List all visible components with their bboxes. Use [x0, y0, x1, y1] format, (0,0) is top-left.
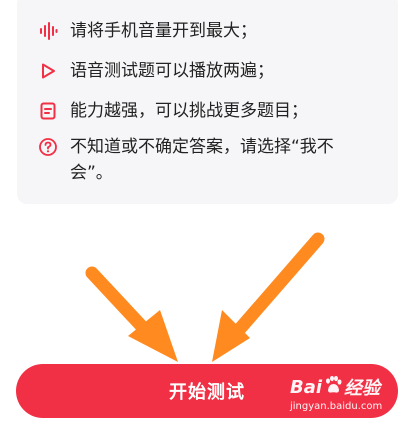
watermark-logo: Bai 经验	[290, 375, 381, 400]
arrow-left	[85, 266, 178, 362]
rule-item-challenge: 能力越强，可以挑战更多题目；	[38, 98, 360, 124]
arrow-right	[212, 232, 325, 362]
rule-text: 语音测试题可以播放两遍；	[70, 61, 274, 81]
rule-item-volume: 请将手机音量开到最大；	[38, 18, 360, 44]
rule-text: 不知道或不确定答案，请选择“我不会”。	[70, 137, 334, 183]
rule-item-playback: 语音测试题可以播放两遍；	[38, 58, 360, 84]
play-icon	[38, 58, 58, 84]
baidu-jingyan-watermark: Bai 经验 jingyan.baidu.com	[290, 374, 402, 420]
sound-wave-icon	[38, 18, 58, 44]
paw-icon	[323, 375, 343, 400]
rule-text: 能力越强，可以挑战更多题目；	[70, 101, 308, 121]
watermark-url: jingyan.baidu.com	[290, 401, 383, 412]
rule-text: 请将手机音量开到最大；	[70, 21, 257, 41]
start-test-label: 开始测试	[169, 382, 245, 403]
question-circle-icon	[38, 134, 58, 160]
rule-item-unsure: 不知道或不确定答案，请选择“我不会”。	[38, 134, 360, 186]
document-icon	[38, 98, 58, 124]
